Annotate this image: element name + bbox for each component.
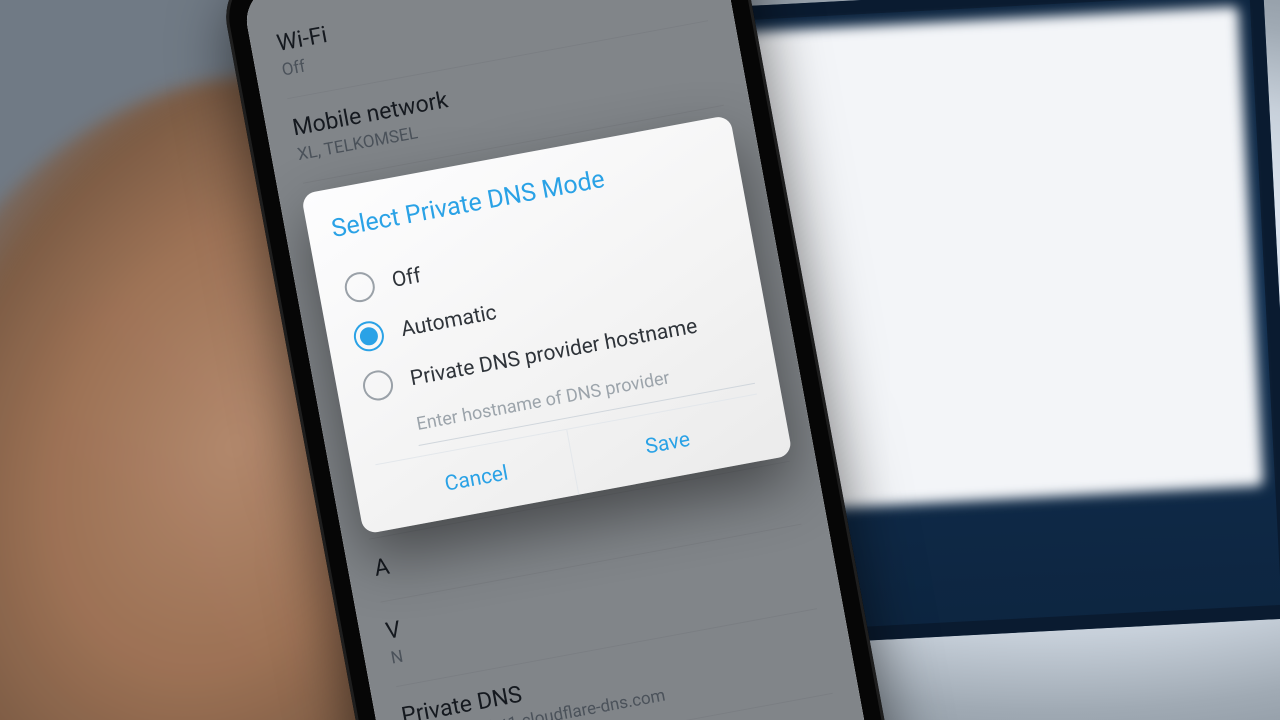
radio-icon <box>361 368 396 403</box>
radio-icon <box>351 319 386 354</box>
radio-label: Automatic <box>399 301 498 342</box>
radio-icon <box>342 270 377 305</box>
scene-background: Wi-Fi Off Mobile network XL, TELKOMSEL D… <box>0 0 1280 720</box>
radio-label: Off <box>390 264 423 293</box>
